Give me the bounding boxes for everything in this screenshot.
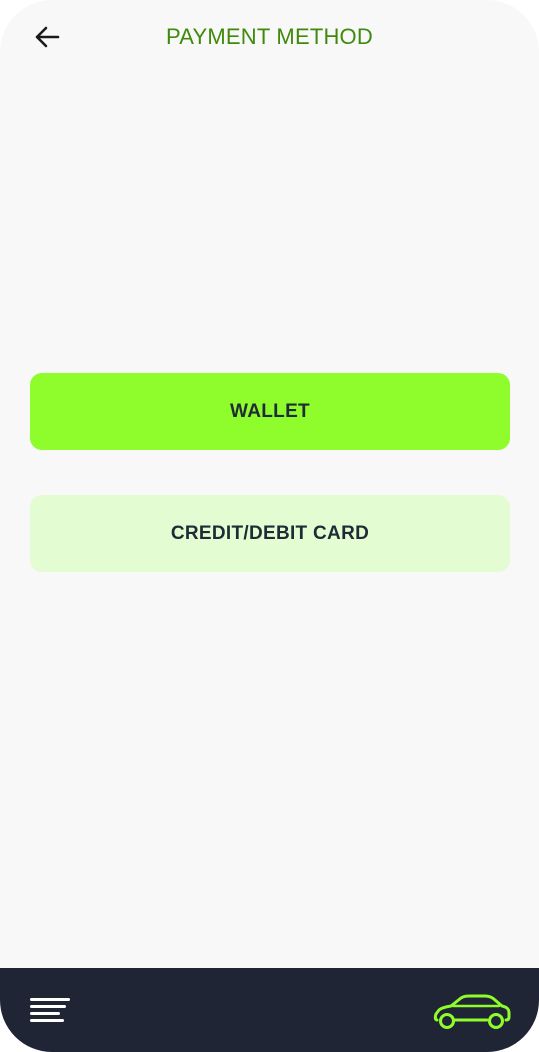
menu-button[interactable] [27, 992, 77, 1032]
phone-screen: PAYMENT METHOD WALLET CREDIT/DEBIT CARD [0, 0, 539, 1052]
car-icon [433, 994, 511, 1029]
wallet-option-button[interactable]: WALLET [30, 373, 510, 450]
menu-lines-icon [30, 998, 70, 1022]
car-button[interactable] [431, 990, 515, 1034]
header: PAYMENT METHOD [0, 0, 539, 74]
bottom-navigation-bar [0, 968, 539, 1052]
credit-debit-card-option-button[interactable]: CREDIT/DEBIT CARD [30, 495, 510, 572]
page-title: PAYMENT METHOD [166, 24, 373, 49]
